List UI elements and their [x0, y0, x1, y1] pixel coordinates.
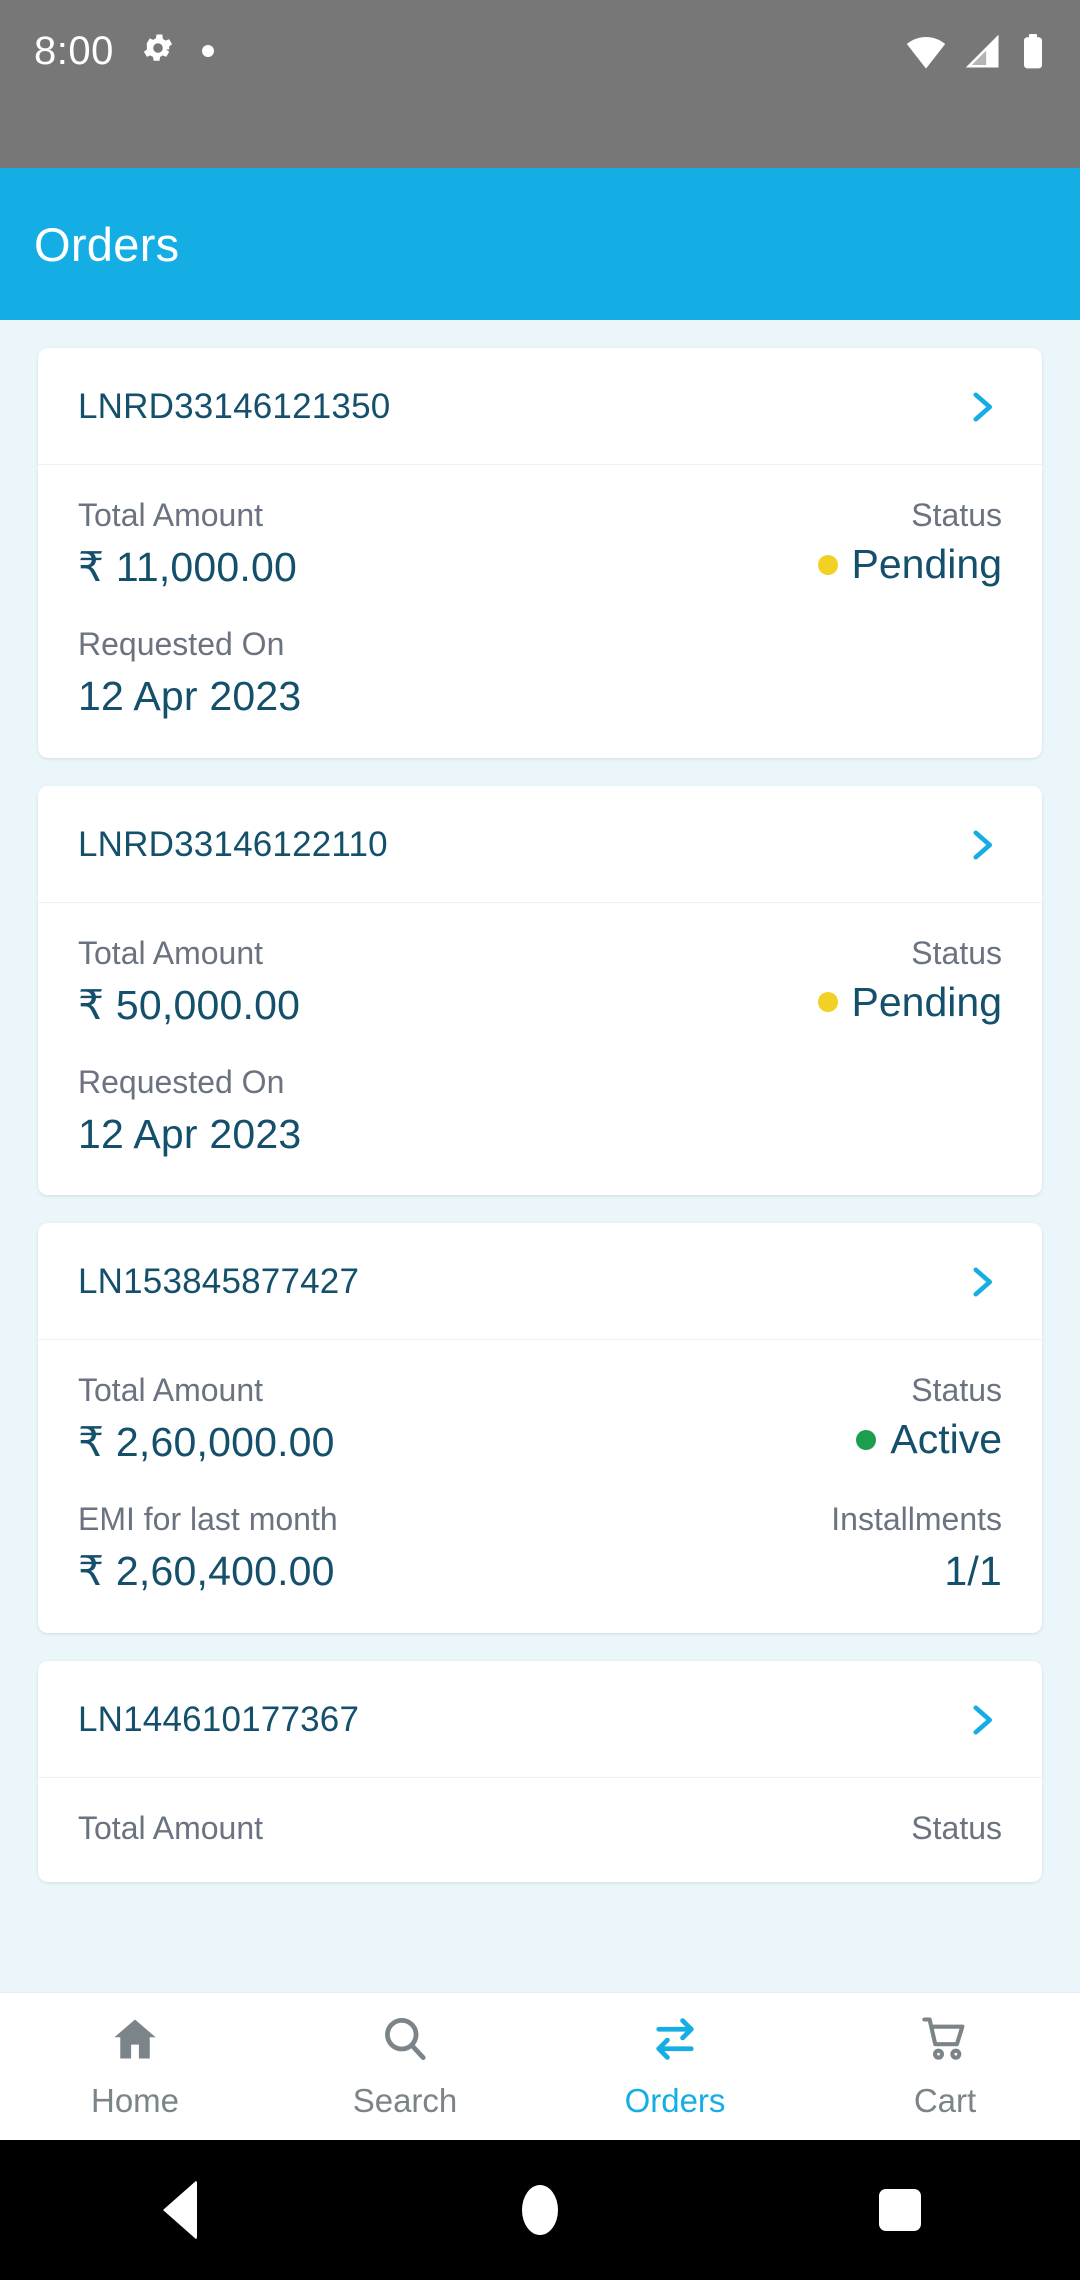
home-circle-icon[interactable] [480, 2150, 600, 2270]
search-icon [379, 2013, 431, 2070]
nav-item-search[interactable]: Search [270, 2013, 540, 2120]
order-row-amount-status: Total Amount ₹ 11,000.00 Status Pending [78, 495, 1002, 594]
requested-on-block: Requested On 12 Apr 2023 [78, 1062, 301, 1161]
order-card-body: Total Amount ₹ 50,000.00 Status Pending [38, 903, 1042, 1196]
total-amount-value: ₹ 11,000.00 [78, 544, 298, 590]
order-card-header[interactable]: LNRD33146121350 [38, 348, 1042, 465]
chevron-right-icon[interactable] [960, 1699, 1002, 1741]
swap-arrows-icon [649, 2013, 701, 2070]
wifi-icon [906, 35, 946, 74]
signal-icon [964, 34, 1002, 74]
phone-screen: 8:00 Orders LNRD33146121350 Total Amount… [0, 0, 1080, 2280]
nav-label-orders: Orders [624, 2082, 726, 2119]
nav-label-cart: Cart [913, 2082, 977, 2119]
orders-list-scroll[interactable]: LNRD33146121350 Total Amount ₹ 11,000.00… [0, 320, 1080, 1992]
gear-icon [140, 30, 176, 71]
nav-label-home: Home [90, 2082, 180, 2119]
total-amount-label: Total Amount [78, 934, 263, 971]
cart-icon [919, 2013, 971, 2070]
status-block: Status Active [856, 1370, 1002, 1463]
total-amount-label: Total Amount [78, 1372, 263, 1409]
requested-on-label: Requested On [78, 626, 285, 663]
order-card-header[interactable]: LN153845877427 [38, 1223, 1042, 1341]
status-label: Status [911, 934, 1002, 971]
status-bar: 8:00 [0, 0, 1080, 168]
nav-item-cart[interactable]: Cart [810, 2013, 1080, 2120]
total-amount-block: Total Amount ₹ 2,60,000.00 [78, 1370, 335, 1469]
status-dot-icon [856, 1429, 877, 1450]
order-id: LNRD33146122110 [78, 824, 388, 864]
order-card-body: Total Amount ₹ 2,60,000.00 Status Active [38, 1340, 1042, 1633]
order-row-amount-status: Total Amount ₹ 2,60,000.00 Status Active [78, 1370, 1002, 1469]
battery-icon [1020, 34, 1046, 75]
installments-value: 1/1 [944, 1548, 1002, 1595]
installments-block: Installments 1/1 [831, 1499, 1002, 1598]
chevron-right-icon[interactable] [960, 386, 1002, 428]
installments-label: Installments [831, 1501, 1002, 1538]
requested-on-block: Requested On 12 Apr 2023 [78, 624, 301, 723]
status-badge: Active [856, 1416, 1002, 1463]
bottom-navigation: Home Search Orders Cart [0, 1992, 1080, 2140]
requested-on-label: Requested On [78, 1063, 285, 1100]
status-value: Pending [851, 978, 1002, 1025]
emi-block: EMI for last month ₹ 2,60,400.00 [78, 1499, 338, 1598]
order-card[interactable]: LN153845877427 Total Amount ₹ 2,60,000.0… [38, 1223, 1042, 1633]
total-amount-block: Total Amount ₹ 50,000.00 [78, 933, 300, 1032]
emi-label: EMI for last month [78, 1501, 338, 1538]
order-id: LN144610177367 [78, 1699, 360, 1739]
status-badge: Pending [817, 541, 1002, 588]
page-title: Orders [34, 217, 180, 271]
order-row-amount-status: Total Amount ₹ 50,000.00 Status Pending [78, 933, 1002, 1032]
nav-item-orders[interactable]: Orders [540, 2013, 810, 2120]
recents-square-icon[interactable] [840, 2150, 960, 2270]
order-row-requested: Requested On 12 Apr 2023 [78, 1062, 1002, 1161]
requested-on-value: 12 Apr 2023 [78, 1110, 302, 1157]
chevron-right-icon[interactable] [960, 824, 1002, 866]
status-block: Status Pending [817, 933, 1002, 1026]
nav-label-search: Search [352, 2082, 458, 2119]
home-icon [109, 2013, 161, 2070]
order-id: LN153845877427 [78, 1262, 360, 1302]
order-card-body: Total Amount Status [38, 1778, 1042, 1882]
status-label: Status [911, 1809, 1002, 1846]
order-card[interactable]: LN144610177367 Total Amount Status [38, 1660, 1042, 1882]
total-amount-label: Total Amount [78, 1809, 263, 1846]
nav-item-home[interactable]: Home [0, 2013, 270, 2120]
status-badge: Pending [817, 978, 1002, 1026]
status-label: Status [911, 497, 1002, 533]
status-label: Status [911, 1372, 1002, 1409]
total-amount-label: Total Amount [78, 497, 263, 533]
orders-list: LNRD33146121350 Total Amount ₹ 11,000.00… [0, 320, 1080, 1882]
chevron-right-icon[interactable] [960, 1261, 1002, 1303]
total-amount-value: ₹ 50,000.00 [78, 981, 301, 1028]
android-system-nav [0, 2140, 1080, 2280]
status-bar-left: 8:00 [34, 30, 214, 71]
dot-indicator-icon [201, 44, 214, 57]
total-amount-block: Total Amount [78, 1808, 263, 1848]
order-row-amount-status: Total Amount Status [78, 1808, 1002, 1848]
order-card-body: Total Amount ₹ 11,000.00 Status Pending [38, 465, 1042, 758]
order-row-emi-installments: EMI for last month ₹ 2,60,400.00 Install… [78, 1499, 1002, 1598]
emi-value: ₹ 2,60,400.00 [78, 1548, 335, 1595]
status-value: Active [890, 1416, 1002, 1463]
status-dot-icon [817, 554, 838, 575]
order-row-requested: Requested On 12 Apr 2023 [78, 624, 1002, 723]
status-block: Status [911, 1808, 1002, 1848]
status-block: Status Pending [817, 495, 1002, 588]
order-card[interactable]: LNRD33146122110 Total Amount ₹ 50,000.00… [38, 785, 1042, 1196]
total-amount-block: Total Amount ₹ 11,000.00 [78, 495, 297, 594]
order-card-header[interactable]: LN144610177367 [38, 1661, 1042, 1778]
total-amount-value: ₹ 2,60,000.00 [78, 1419, 335, 1466]
status-bar-right [906, 30, 1046, 75]
requested-on-value: 12 Apr 2023 [78, 673, 302, 720]
status-value: Pending [851, 541, 1002, 587]
app-bar: Orders [0, 168, 1080, 320]
order-card-header[interactable]: LNRD33146122110 [38, 786, 1042, 903]
status-bar-clock: 8:00 [34, 28, 114, 73]
order-card[interactable]: LNRD33146121350 Total Amount ₹ 11,000.00… [38, 348, 1042, 758]
status-dot-icon [817, 992, 838, 1013]
back-triangle-icon[interactable] [120, 2150, 240, 2270]
order-id: LNRD33146121350 [78, 387, 391, 426]
